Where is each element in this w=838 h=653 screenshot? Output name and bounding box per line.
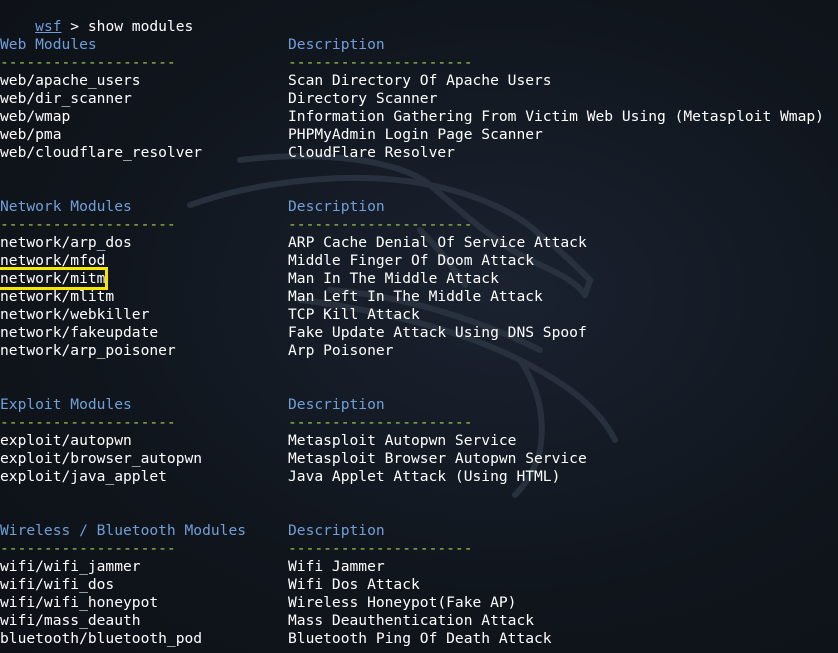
module-name[interactable]: network/arp_poisoner <box>0 342 176 359</box>
module-description: PHPMyAdmin Login Page Scanner <box>288 126 543 143</box>
module-description: TCP Kill Attack <box>288 306 420 323</box>
module-description: Information Gathering From Victim Web Us… <box>288 108 824 125</box>
module-description: Man Left In The Middle Attack <box>288 288 543 305</box>
module-name[interactable]: web/wmap <box>0 108 70 125</box>
section-header: Wireless / Bluetooth Modules Description <box>0 522 385 540</box>
description-header: Description <box>288 198 385 215</box>
module-name-highlighted[interactable]: network/mitm <box>0 267 109 290</box>
module-row[interactable]: web/apache_users Scan Directory Of Apache… <box>0 72 552 90</box>
module-description: Scan Directory Of Apache Users <box>288 72 552 89</box>
module-row[interactable]: web/pma PHPMyAdmin Login Page Scanner <box>0 126 543 144</box>
section-title: Web Modules <box>0 36 97 53</box>
divider-dashes: -------------------- <box>0 540 176 557</box>
module-row[interactable]: network/arp_poisoner Arp Poisoner <box>0 342 393 360</box>
module-description: ARP Cache Denial Of Service Attack <box>288 234 587 251</box>
module-description: Wifi Jammer <box>288 558 385 575</box>
module-row[interactable]: web/wmap Information Gathering From Victi… <box>0 108 824 126</box>
module-row[interactable]: network/webkiller TCP Kill Attack <box>0 306 420 324</box>
module-description: Fake Update Attack Using DNS Spoof <box>288 324 587 341</box>
module-row[interactable]: wifi/wifi_jammer Wifi Jammer <box>0 558 385 576</box>
module-name[interactable]: exploit/java_applet <box>0 468 167 485</box>
module-name[interactable]: network/mfod <box>0 252 105 269</box>
section-header: Network Modules Description <box>0 198 385 216</box>
divider-dashes: --------------------- <box>288 54 473 71</box>
module-description: Man In The Middle Attack <box>288 270 499 287</box>
module-description: Middle Finger Of Doom Attack <box>288 252 535 269</box>
module-description: Directory Scanner <box>288 90 438 107</box>
section-title: Network Modules <box>0 198 132 215</box>
module-description: Mass Deauthentication Attack <box>288 612 535 629</box>
terminal-window[interactable]: wsf > show modules Web Modules Descriptio… <box>0 0 838 653</box>
module-description: Java Applet Attack (Using HTML) <box>288 468 561 485</box>
section-header: Exploit Modules Description <box>0 396 385 414</box>
module-row[interactable]: bluetooth/bluetooth_pod Bluetooth Ping Of… <box>0 630 552 648</box>
section-divider: -------------------- --------------------… <box>0 414 473 432</box>
section-header: Web Modules Description <box>0 36 385 54</box>
module-row[interactable]: network/fakeupdate Fake Update Attack Usi… <box>0 324 587 342</box>
module-name[interactable]: network/webkiller <box>0 306 149 323</box>
module-row[interactable]: wifi/wifi_honeypot Wireless Honeypot(Fake… <box>0 594 516 612</box>
module-description: Wifi Dos Attack <box>288 576 420 593</box>
module-description: Metasploit Autopwn Service <box>288 432 517 449</box>
prompt-symbol: > <box>61 18 88 35</box>
module-description: Bluetooth Ping Of Death Attack <box>288 630 552 647</box>
module-name[interactable]: network/mlitm <box>0 288 114 305</box>
divider-dashes: -------------------- <box>0 54 176 71</box>
module-name[interactable]: exploit/browser_autopwn <box>0 450 202 467</box>
module-name[interactable]: wifi/wifi_jammer <box>0 558 141 575</box>
section-divider: -------------------- --------------------… <box>0 216 473 234</box>
command-prompt[interactable]: wsf > show modules <box>0 0 193 35</box>
divider-dashes: -------------------- <box>0 216 176 233</box>
module-row[interactable]: web/cloudflare_resolver CloudFlare Resolv… <box>0 144 455 162</box>
module-name[interactable]: web/dir_scanner <box>0 90 132 107</box>
module-row[interactable]: exploit/java_applet Java Applet Attack (U… <box>0 468 560 486</box>
description-header: Description <box>288 36 385 53</box>
description-header: Description <box>288 396 385 413</box>
section-title: Exploit Modules <box>0 396 132 413</box>
module-row[interactable]: network/mitm Man In The Middle Attack <box>0 267 499 290</box>
module-name[interactable]: wifi/mass_deauth <box>0 612 141 629</box>
section-divider: -------------------- --------------------… <box>0 540 473 558</box>
module-row[interactable]: network/mfod Middle Finger Of Doom Attack <box>0 252 534 270</box>
divider-dashes: -------------------- <box>0 414 176 431</box>
module-description: Arp Poisoner <box>288 342 394 359</box>
module-row[interactable]: network/arp_dos ARP Cache Denial Of Servi… <box>0 234 587 252</box>
module-row[interactable]: exploit/browser_autopwn Metasploit Browse… <box>0 450 587 468</box>
section-divider: -------------------- --------------------… <box>0 54 473 72</box>
module-description: CloudFlare Resolver <box>288 144 455 161</box>
section-title: Wireless / Bluetooth Modules <box>0 522 247 539</box>
module-name[interactable]: network/arp_dos <box>0 234 132 251</box>
module-name[interactable]: wifi/wifi_dos <box>0 576 114 593</box>
prompt-name: wsf <box>35 18 62 35</box>
module-description: Metasploit Browser Autopwn Service <box>288 450 587 467</box>
module-name[interactable]: web/apache_users <box>0 72 141 89</box>
module-row[interactable]: web/dir_scanner Directory Scanner <box>0 90 437 108</box>
prompt-command: show modules <box>87 18 194 35</box>
module-row[interactable]: wifi/mass_deauth Mass Deauthentication At… <box>0 612 534 630</box>
module-row[interactable]: network/mlitm Man Left In The Middle Atta… <box>0 288 543 306</box>
module-name[interactable]: wifi/wifi_honeypot <box>0 594 158 611</box>
module-row[interactable]: exploit/autopwn Metasploit Autopwn Servic… <box>0 432 516 450</box>
module-name[interactable]: bluetooth/bluetooth_pod <box>0 630 202 647</box>
divider-dashes: --------------------- <box>288 414 473 431</box>
module-row[interactable]: wifi/wifi_dos Wifi Dos Attack <box>0 576 420 594</box>
description-header: Description <box>288 522 385 539</box>
module-name[interactable]: web/pma <box>0 126 62 143</box>
module-name[interactable]: web/cloudflare_resolver <box>0 144 202 161</box>
divider-dashes: --------------------- <box>288 540 473 557</box>
module-name[interactable]: exploit/autopwn <box>0 432 132 449</box>
module-name[interactable]: network/fakeupdate <box>0 324 158 341</box>
module-description: Wireless Honeypot(Fake AP) <box>288 594 517 611</box>
divider-dashes: --------------------- <box>288 216 473 233</box>
